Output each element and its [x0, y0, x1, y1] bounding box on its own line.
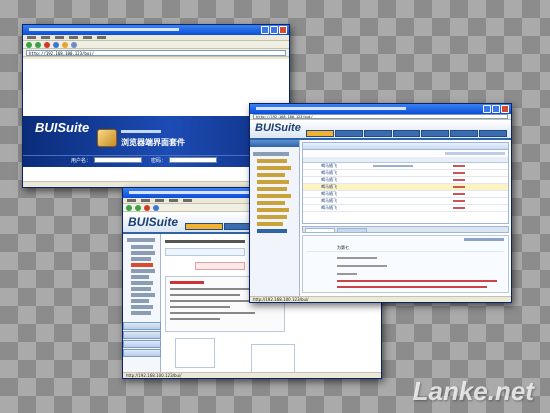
back-icon	[26, 41, 32, 48]
grid-panel: 喝马随飞 喝马随飞 喝马随飞 喝马随飞 喝马随飞 喝马随飞 喝马随飞	[302, 142, 509, 224]
accordion-section-4[interactable]	[123, 349, 161, 357]
table-row[interactable]: 喝马随飞	[303, 170, 508, 177]
status-bar: http://192.168.100.123/bui/	[250, 296, 511, 302]
stop-icon	[144, 204, 150, 211]
module-tabs[interactable]	[306, 130, 508, 137]
detail-form: 为第七	[302, 235, 509, 293]
accordion-section-3[interactable]	[123, 340, 161, 348]
home-icon	[62, 41, 68, 48]
grid-rows[interactable]: 喝马随飞 喝马随飞 喝马随飞 喝马随飞 喝马随飞 喝马随飞 喝马随飞	[303, 163, 508, 212]
maximize-icon[interactable]	[492, 105, 500, 113]
table-row[interactable]: 喝马随飞	[303, 184, 508, 191]
accordion-section-2[interactable]	[123, 331, 161, 339]
grid-column-values	[373, 165, 413, 167]
maximize-icon[interactable]	[270, 26, 278, 34]
detail-tabs[interactable]	[302, 226, 509, 233]
grid-browser-window: http://192.168.100.123/bui/ BUISuite 喝马随…	[249, 103, 512, 303]
module-tree[interactable]	[250, 140, 300, 296]
site-watermark: Lanke.net	[412, 376, 534, 406]
forward-icon	[135, 204, 141, 211]
minimize-icon[interactable]	[483, 105, 491, 113]
close-icon[interactable]	[501, 105, 509, 113]
status-bar: http://192.168.100.123/bui/	[123, 372, 381, 378]
form-field-value[interactable]: 为第七	[337, 245, 349, 251]
username-label: 用户名：	[71, 157, 92, 164]
back-icon	[126, 204, 132, 211]
pager[interactable]	[445, 152, 505, 155]
demo-tree-a[interactable]	[175, 338, 215, 368]
refresh-icon	[53, 41, 59, 48]
table-row[interactable]: 喝马随飞	[303, 205, 508, 212]
password-label: 密码：	[151, 157, 167, 164]
minimize-icon[interactable]	[261, 26, 269, 34]
app-header: BUISuite	[250, 120, 511, 140]
product-subtitle	[121, 130, 161, 133]
address-field[interactable]: http://192.168.100.123/bui/	[253, 114, 508, 119]
accordion-section-1[interactable]	[123, 322, 161, 330]
brand-logo: BUISuite	[35, 120, 90, 135]
form-toolbar[interactable]	[464, 238, 504, 241]
address-field[interactable]: http://192.168.100.123/bui/	[26, 49, 286, 56]
form-row: 为第七	[307, 245, 504, 252]
table-row[interactable]: 喝马随飞	[303, 198, 508, 205]
sample-box	[195, 262, 245, 270]
product-title: 浏览器端界面套件	[121, 138, 185, 147]
table-row[interactable]: 喝马随飞	[303, 191, 508, 198]
search-icon	[71, 41, 77, 48]
stop-icon	[44, 41, 50, 48]
panel-header	[165, 248, 245, 256]
brand-logo: BUISuite	[255, 122, 301, 134]
title-bar[interactable]	[23, 25, 289, 35]
title-bar[interactable]	[250, 104, 511, 114]
product-emblem-icon	[97, 129, 117, 147]
close-icon[interactable]	[279, 26, 287, 34]
forward-icon	[35, 41, 41, 48]
username-input[interactable]	[94, 157, 143, 163]
table-row[interactable]: 喝马随飞	[303, 177, 508, 184]
grid-column-status	[453, 165, 465, 213]
brand-logo: BUISuite	[128, 215, 179, 229]
refresh-icon	[153, 204, 159, 211]
toolbar[interactable]	[23, 41, 289, 49]
password-input[interactable]	[169, 157, 218, 163]
